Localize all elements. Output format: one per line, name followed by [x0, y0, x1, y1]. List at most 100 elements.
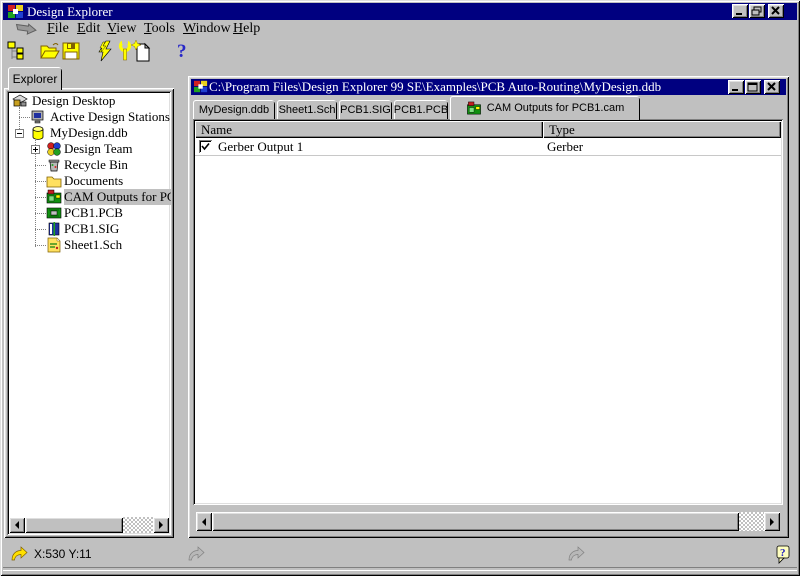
database-icon [30, 125, 46, 141]
tab-sheet1-sch[interactable]: Sheet1.Sch [277, 100, 337, 119]
output-enabled-checkbox[interactable] [199, 140, 212, 153]
cursor-coordinates: X:530 Y:11 [34, 547, 92, 561]
document-icon [194, 80, 208, 93]
menu-window[interactable]: Window [183, 21, 231, 37]
doc-close-button[interactable] [764, 80, 780, 94]
output-type: Gerber [547, 138, 583, 155]
tree-connector [35, 213, 46, 215]
pcb-icon [46, 205, 62, 221]
tree-item-mydesign-ddb[interactable]: MyDesign.ddb [9, 125, 169, 141]
statusbar-divider [3, 567, 797, 571]
cross-probe-arrow-icon[interactable] [9, 546, 29, 562]
scrollbar-track[interactable] [739, 512, 764, 531]
doc-maximize-button[interactable] [745, 80, 761, 94]
tree-item-documents[interactable]: Documents [9, 173, 169, 189]
status-bar: X:530 Y:11 ? [3, 542, 797, 566]
desktop-icon [12, 93, 28, 109]
menu-arrow-icon[interactable] [15, 23, 41, 36]
explorer-panel-tab[interactable]: Explorer [8, 67, 62, 90]
menu-file[interactable]: File [47, 21, 69, 37]
explorer-hscrollbar[interactable] [9, 517, 169, 533]
toolbar: ? [3, 38, 797, 64]
stations-icon [30, 109, 46, 125]
new-document-button[interactable] [131, 40, 151, 62]
tab-mydesign-ddb[interactable]: MyDesign.ddb [193, 100, 275, 119]
explorer-tree-box: Design Desktop Active Design Stations My… [7, 91, 171, 535]
run-button[interactable] [95, 40, 115, 62]
table-row[interactable]: Gerber Output 1 Gerber [195, 138, 781, 156]
cross-probe-arrow-icon-gray[interactable] [566, 546, 586, 562]
minimize-icon [728, 80, 744, 94]
tree-item-label: Sheet1.Sch [64, 237, 122, 253]
tab-pcb1-pcb[interactable]: PCB1.PCB [394, 100, 448, 119]
explorer-toggle-button[interactable] [7, 41, 27, 61]
restore-icon [749, 4, 765, 18]
tree-item-cam-outputs[interactable]: CAM Outputs for PCB1.cam [9, 189, 169, 205]
tree-item-recycle-bin[interactable]: Recycle Bin [9, 157, 169, 173]
close-button[interactable] [768, 4, 784, 18]
tree-item-label: PCB1.SIG [64, 221, 119, 237]
scrollbar-thumb[interactable] [212, 512, 739, 531]
column-header-type[interactable]: Type [543, 121, 781, 138]
folder-icon [46, 173, 62, 189]
tree-item-label: MyDesign.ddb [50, 125, 128, 141]
tab-pcb1-sig[interactable]: PCB1.SIG [339, 100, 392, 119]
minimize-button[interactable] [732, 4, 748, 18]
explorer-tree: Design Desktop Active Design Stations My… [9, 93, 169, 257]
scroll-right-button[interactable] [764, 512, 780, 531]
collapse-expander-icon[interactable] [15, 129, 24, 138]
document-hscrollbar[interactable] [196, 512, 780, 531]
open-button[interactable] [39, 41, 61, 61]
tree-connector [35, 197, 46, 199]
help-button[interactable]: ? [175, 40, 191, 62]
scroll-left-button[interactable] [196, 512, 212, 531]
table-header: Name Type [195, 121, 781, 138]
tree-item-pcb1-pcb[interactable]: PCB1.PCB [9, 205, 169, 221]
menu-edit[interactable]: Edit [77, 21, 100, 37]
cam-icon [46, 189, 62, 205]
tree-item-label: Design Team [64, 141, 133, 157]
tree-connector [35, 245, 46, 247]
tab-label: Sheet1.Sch [279, 104, 336, 116]
restore-button[interactable] [749, 4, 765, 18]
app-titlebar[interactable]: Design Explorer [3, 3, 797, 20]
scroll-left-button[interactable] [9, 517, 25, 533]
save-button[interactable] [61, 41, 81, 61]
tree-item-label: CAM Outputs for PCB1.cam [64, 189, 171, 205]
scroll-right-button[interactable] [153, 517, 169, 533]
checkmark-icon [199, 140, 212, 153]
document-titlebar[interactable]: C:\Program Files\Design Explorer 99 SE\E… [191, 79, 786, 95]
column-header-name[interactable]: Name [195, 121, 543, 138]
context-help-icon[interactable]: ? [776, 545, 791, 564]
tree-connector [19, 117, 30, 119]
tree-connector [35, 165, 46, 167]
tree-item-pcb1-sig[interactable]: PCB1.SIG [9, 221, 169, 237]
recycle-bin-icon [46, 157, 62, 173]
app-title: Design Explorer [27, 4, 113, 20]
arrow-left-icon [15, 521, 19, 529]
tree-item-design-desktop[interactable]: Design Desktop [9, 93, 169, 109]
cross-probe-arrow-icon-gray[interactable] [186, 546, 206, 562]
arrow-left-icon [202, 518, 206, 526]
expand-expander-icon[interactable] [31, 145, 40, 154]
tree-item-active-design-stations[interactable]: Active Design Stations [9, 109, 169, 125]
scrollbar-thumb[interactable] [25, 517, 123, 533]
tree-item-design-team[interactable]: Design Team [9, 141, 169, 157]
menu-help[interactable]: Help [233, 21, 260, 37]
tab-cam-outputs-active[interactable]: CAM Outputs for PCB1.cam [450, 96, 640, 120]
doc-minimize-button[interactable] [728, 80, 744, 94]
tree-item-sheet1-sch[interactable]: Sheet1.Sch [9, 237, 169, 253]
maximize-icon [745, 80, 761, 94]
menu-tools[interactable]: Tools [144, 21, 175, 37]
team-icon [46, 141, 62, 157]
app-icon [8, 5, 24, 18]
tree-connector [35, 229, 46, 231]
explorer-tab-label: Explorer [13, 72, 58, 86]
tree-item-label: Design Desktop [32, 93, 115, 109]
tab-label: CAM Outputs for PCB1.cam [487, 102, 625, 114]
document-tabs: MyDesign.ddb Sheet1.Sch PCB1.SIG PCB1.PC… [192, 96, 785, 119]
arrow-right-icon [159, 521, 163, 529]
menu-view[interactable]: View [107, 21, 137, 37]
column-label: Type [549, 122, 575, 137]
scrollbar-track[interactable] [123, 517, 153, 533]
